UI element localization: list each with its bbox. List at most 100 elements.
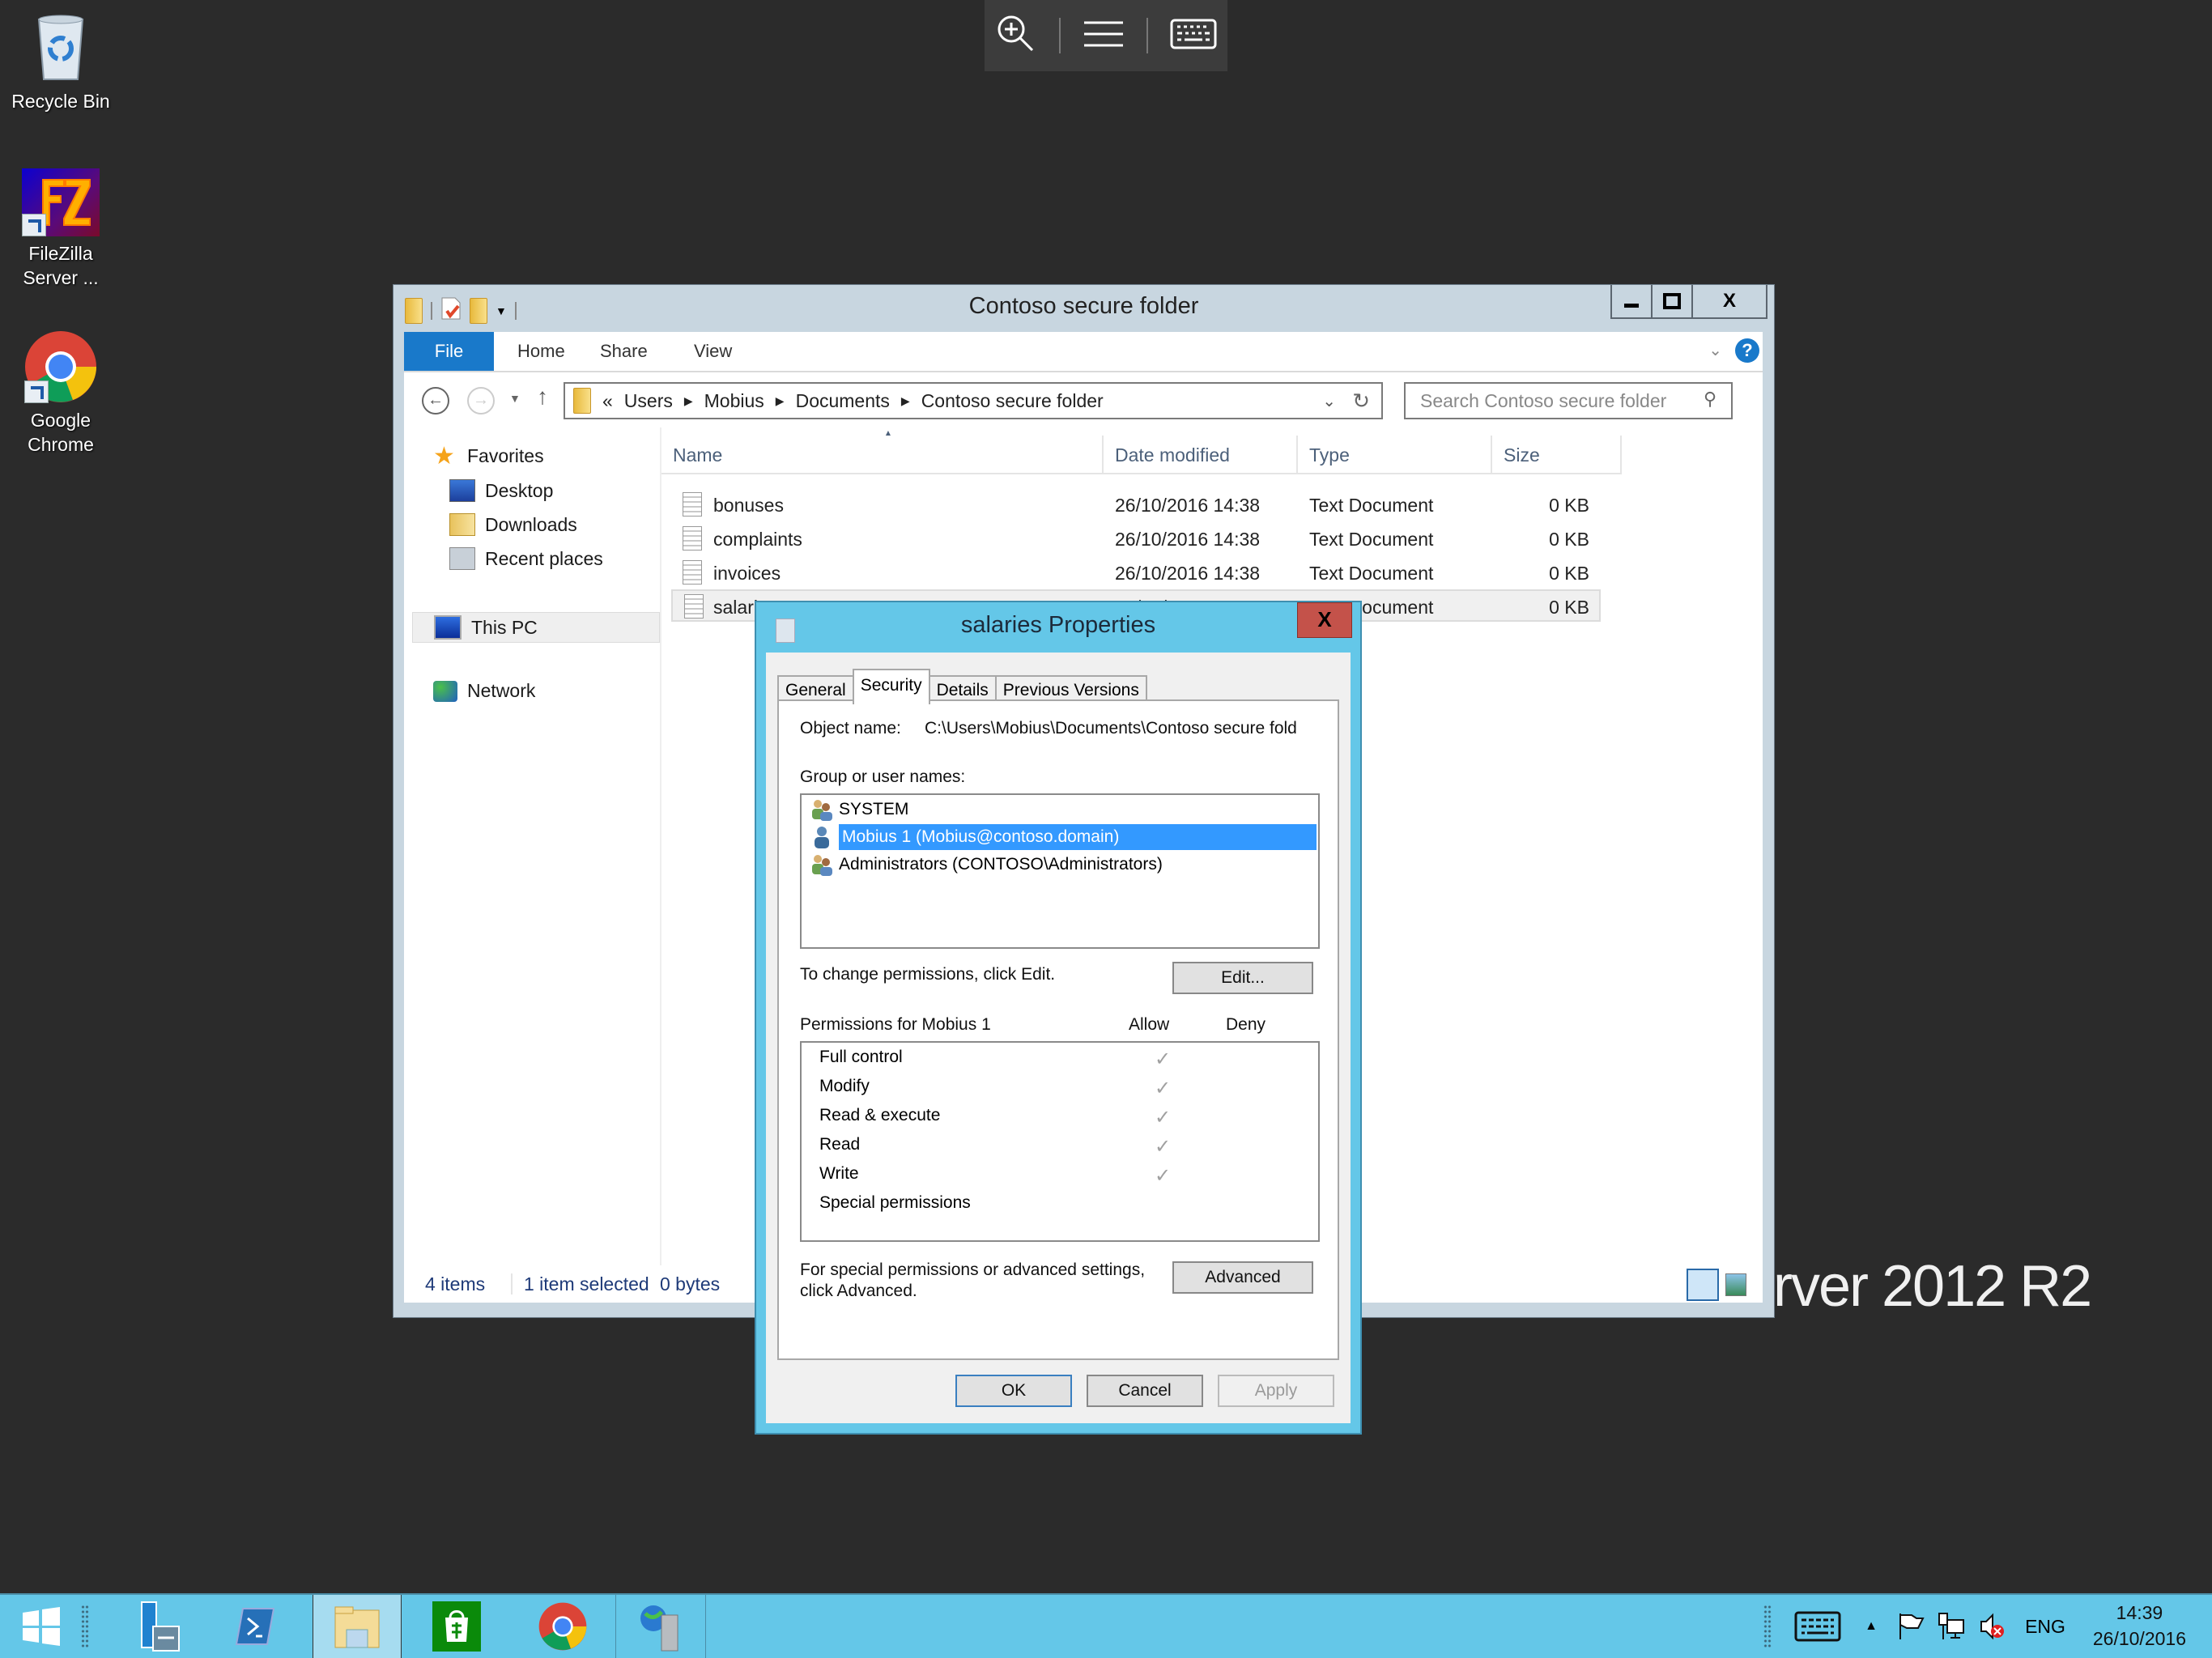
zoom-in-icon[interactable] [995,13,1037,59]
column-header-date-modified[interactable]: Date modified [1104,436,1298,474]
breadcrumb-overflow[interactable]: « [602,390,613,412]
close-button[interactable]: X [1691,285,1766,317]
taskbar-powershell[interactable] [223,1595,288,1658]
recent-locations-dropdown[interactable]: ▼ [509,392,521,405]
deny-column-label: Deny [1226,1015,1266,1034]
principal-item-selected[interactable]: Mobius 1 (Mobius@contoso.domain) [810,824,1317,850]
file-size: 0 KB [1549,597,1589,618]
permissions-list[interactable]: Full control ✓ Modify ✓ Read & execute ✓… [800,1041,1320,1242]
taskbar-file-explorer[interactable] [313,1595,402,1658]
taskbar-server-manager[interactable] [121,1595,194,1658]
tab-file[interactable]: File [404,332,494,371]
principals-listbox[interactable]: SYSTEM Mobius 1 (Mobius@contoso.domain) … [800,793,1320,949]
details-view-icon[interactable] [1687,1269,1719,1301]
allow-check-icon: ✓ [1155,1048,1172,1070]
file-row[interactable]: complaints 26/10/2016 14:38 Text Documen… [671,523,1601,555]
taskbar-chrome[interactable] [518,1595,607,1658]
start-button[interactable] [11,1595,71,1658]
search-icon[interactable]: ⚲ [1704,389,1716,410]
input-language-indicator[interactable]: ENG [2021,1595,2069,1658]
breadcrumb-documents[interactable]: Documents [796,390,890,412]
address-dropdown-icon[interactable]: ⌄ [1322,391,1336,411]
tray-grip[interactable] [1763,1605,1772,1648]
file-size: 0 KB [1549,495,1589,516]
recycle-bin-icon [24,11,97,84]
ribbon: File Home Share View ⌄ ? [404,332,1763,372]
advanced-button[interactable]: Advanced [1172,1261,1313,1294]
network-app-icon [640,1605,678,1652]
folder-icon [573,388,591,414]
taskbar-store[interactable] [408,1595,505,1658]
allow-check-icon: ✓ [1155,1078,1172,1099]
address-bar[interactable]: « Users ▶ Mobius ▶ Documents ▶ Contoso s… [564,382,1383,419]
nav-network[interactable]: Network [433,680,535,702]
file-type: Text Document [1309,495,1434,516]
toolbar-separator [1059,18,1061,53]
taskbar-grip[interactable] [81,1605,89,1648]
network-tray-icon[interactable] [1935,1595,1967,1658]
ribbon-expand-icon[interactable]: ⌄ [1708,340,1722,360]
nav-favorites[interactable]: ★ Favorites [433,444,544,468]
principal-item[interactable]: Administrators (CONTOSO\Administrators) [810,852,1317,878]
nav-desktop[interactable]: Desktop [449,479,553,502]
help-icon[interactable]: ? [1735,338,1759,363]
clock-date: 26/10/2016 [2092,1628,2186,1649]
taskbar-network-app[interactable] [615,1595,706,1658]
up-button[interactable]: ↑ [537,384,548,410]
volume-muted-icon[interactable] [1976,1595,2008,1658]
group-icon [810,853,834,876]
dialog-title: salaries Properties [960,612,1156,638]
file-type: Text Document [1309,529,1434,550]
action-center-flag-icon[interactable] [1895,1595,1927,1658]
explorer-titlebar[interactable]: ▼ Contoso secure folder X [393,285,1774,332]
minimize-button[interactable] [1612,285,1651,317]
desktop-icon-recycle-bin[interactable]: Recycle Bin [0,11,121,113]
breadcrumb-chevron-icon[interactable]: ▶ [901,394,910,408]
tab-security[interactable]: Security [852,669,930,704]
tab-home[interactable]: Home [517,332,565,371]
breadcrumb-current-folder[interactable]: Contoso secure folder [921,390,1104,412]
column-header-name[interactable]: Name [661,436,1104,474]
wallpaper-branding: rver 2012 R2 [1773,1254,2092,1319]
desktop-icon-chrome[interactable]: Google Chrome [0,330,121,457]
tab-view[interactable]: View [694,332,732,371]
nav-recent-places[interactable]: Recent places [449,547,603,570]
nav-downloads[interactable]: Downloads [449,513,577,536]
permission-row: Special permissions [819,1193,971,1212]
search-input[interactable]: Search Contoso secure folder [1404,382,1733,419]
file-name: bonuses [713,495,784,516]
cancel-button[interactable]: Cancel [1087,1375,1203,1407]
file-date: 26/10/2016 14:38 [1115,529,1261,550]
dialog-close-button[interactable]: X [1297,602,1352,638]
show-hidden-icons-button[interactable]: ▲ [1859,1595,1883,1658]
permission-row: Modify ✓ [819,1077,1172,1099]
ok-button[interactable]: OK [955,1375,1072,1407]
tab-share[interactable]: Share [600,332,648,371]
column-header-size[interactable]: Size [1492,436,1622,474]
breadcrumb-users[interactable]: Users [624,390,673,412]
column-header-type[interactable]: Type [1298,436,1492,474]
edit-button[interactable]: Edit... [1172,962,1313,994]
nav-this-pc[interactable]: This PC [412,612,660,643]
principal-item[interactable]: SYSTEM [810,797,1317,823]
breadcrumb-chevron-icon[interactable]: ▶ [776,394,785,408]
keyboard-icon[interactable] [1170,19,1217,53]
menu-icon[interactable] [1083,18,1125,54]
forward-button[interactable]: → [467,387,495,414]
file-explorer-icon [334,1606,380,1648]
apply-button[interactable]: Apply [1218,1375,1334,1407]
file-row[interactable]: bonuses 26/10/2016 14:38 Text Document 0… [671,489,1601,521]
filezilla-icon [22,168,100,236]
file-name: invoices [713,563,781,584]
back-button[interactable]: ← [422,387,449,414]
maximize-button[interactable] [1651,285,1691,317]
desktop-icon-filezilla[interactable]: FileZilla Server ... [0,168,121,290]
refresh-icon[interactable]: ↻ [1352,389,1370,414]
breadcrumb-mobius[interactable]: Mobius [704,390,764,412]
breadcrumb-chevron-icon[interactable]: ▶ [684,394,693,408]
system-clock[interactable]: 14:39 26/10/2016 [2093,1600,2186,1652]
large-icons-view-icon[interactable] [1725,1273,1746,1296]
downloads-icon [449,513,475,536]
touch-keyboard-button[interactable] [1789,1595,1846,1658]
file-row[interactable]: invoices 26/10/2016 14:38 Text Document … [671,557,1601,589]
